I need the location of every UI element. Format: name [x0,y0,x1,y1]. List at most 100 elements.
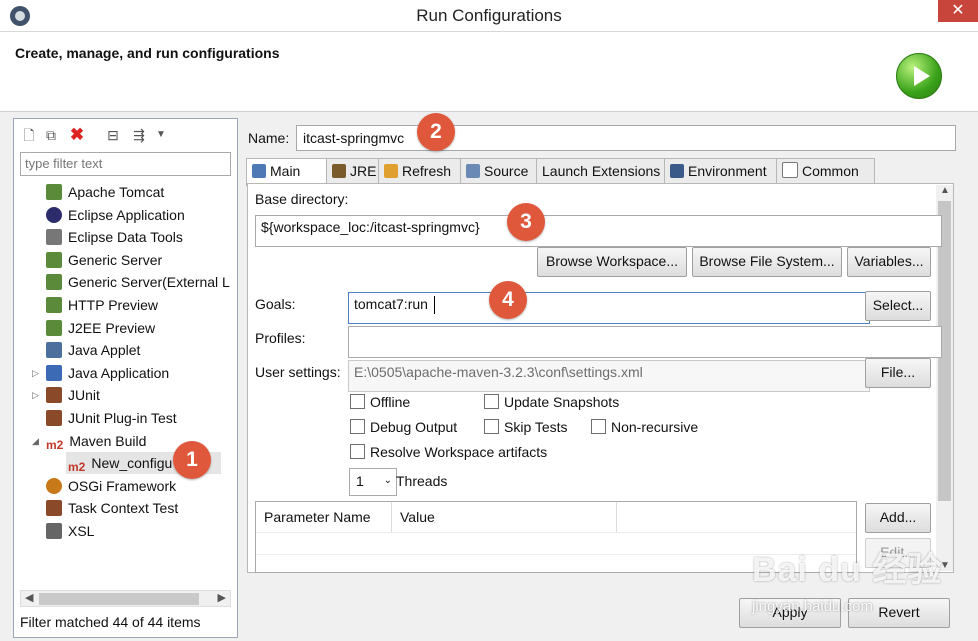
column-header-value[interactable]: Value [392,502,617,532]
tree-item[interactable]: Eclipse Application [46,204,185,226]
tree-item-label: JUnit Plug-in Test [68,410,177,426]
checkbox-label: Debug Output [370,419,458,435]
close-button[interactable]: ✕ [938,0,978,22]
tab-label: Refresh [402,163,452,179]
non-recursive-checkbox[interactable]: Non-recursive [591,419,698,435]
java-app-icon [46,365,62,381]
tab-source[interactable]: Source [460,158,543,185]
tree-item[interactable]: Java Application [46,362,169,384]
tree-item-label: Java Application [68,365,170,381]
tree-item[interactable]: J2EE Preview [46,317,155,339]
debug-output-checkbox[interactable]: Debug Output [350,419,457,435]
checkbox-box[interactable] [484,394,499,409]
delete-icon[interactable]: ✖ [68,126,86,144]
tab-common[interactable]: Common [776,158,875,185]
tab-launch-extensions[interactable]: Launch Extensions [536,158,671,185]
tab-refresh[interactable]: Refresh [378,158,467,185]
tab-label: Main [270,163,301,179]
tab-environment[interactable]: Environment [664,158,783,185]
tab-label: Common [802,163,859,179]
horizontal-scrollbar[interactable]: ◀ ▶ [20,590,231,607]
collapse-all-icon[interactable]: ⊟ [104,126,122,144]
server-icon [46,320,62,336]
tree-toolbar: 🗋 ⧉ ✖ ⊟ ⇶ ▼ [18,121,218,145]
resolve-workspace-checkbox[interactable]: Resolve Workspace artifacts [350,444,547,460]
tree-item[interactable]: OSGi Framework [46,475,176,497]
select-button[interactable]: Select... [865,291,931,321]
tree-item[interactable]: Eclipse Data Tools [46,226,183,248]
column-header-parameter-name[interactable]: Parameter Name [256,502,392,532]
chevron-down-icon[interactable]: ▼ [152,126,170,144]
tree-item[interactable]: Java Applet [46,339,140,361]
base-directory-label: Base directory: [255,191,349,207]
filter-icon[interactable]: ⇶ [130,126,148,144]
collapsed-twisty-icon[interactable]: ▷ [32,368,39,379]
tree-item[interactable]: Apache Tomcat [46,181,164,203]
browse-file-system-button[interactable]: Browse File System... [692,247,842,277]
tree-item[interactable]: JUnit [46,384,100,406]
header-title: Create, manage, and run configurations [15,45,280,61]
tree-item[interactable]: Task Context Test [46,497,178,519]
offline-checkbox[interactable]: Offline [350,394,410,410]
checkbox-box[interactable] [350,394,365,409]
tree-item[interactable]: Generic Server [46,249,162,271]
checkbox-label: Update Snapshots [504,394,620,410]
database-icon [46,229,62,245]
tree-item-label: New_configu [91,455,173,471]
jre-icon [332,164,346,178]
tree-item[interactable]: HTTP Preview [46,294,158,316]
tree-item-label: HTTP Preview [68,297,158,313]
scroll-up-icon[interactable]: ▲ [940,185,950,196]
base-directory-field[interactable]: ${workspace_loc:/itcast-springmvc} [255,215,942,247]
watermark-url: jingyan.baidu.com [752,598,873,615]
server-icon [46,252,62,268]
add-button[interactable]: Add... [865,503,931,533]
variables-button[interactable]: Variables... [847,247,931,277]
threads-select[interactable]: 1 ⌄ [349,468,397,496]
duplicate-icon[interactable]: ⧉ [42,126,60,144]
maven-icon: m2 [68,460,86,474]
threads-value: 1 [356,473,364,489]
tree-item[interactable]: m2 Maven Build [46,430,146,452]
tree-item[interactable]: XSL [46,520,94,542]
scroll-thumb[interactable] [39,593,199,605]
server-icon [46,274,62,290]
maven-icon: m2 [46,438,64,452]
tree-item[interactable]: JUnit Plug-in Test [46,407,177,429]
source-icon [466,164,480,178]
tab-jre[interactable]: JRE [326,158,385,185]
checkbox-label: Resolve Workspace artifacts [370,444,548,460]
common-icon [782,162,798,178]
tab-main[interactable]: Main [246,158,333,186]
new-config-icon[interactable]: 🗋 [20,126,38,144]
checkbox-label: Skip Tests [504,419,568,435]
skip-tests-checkbox[interactable]: Skip Tests [484,419,568,435]
junit-plugin-icon [46,410,62,426]
checkbox-box[interactable] [350,444,365,459]
goals-field[interactable]: tomcat7:run [348,292,870,324]
collapsed-twisty-icon[interactable]: ▷ [32,390,39,401]
user-settings-field[interactable]: E:\0505\apache-maven-3.2.3\conf\settings… [348,360,870,392]
tree-item-label: JUnit [68,387,100,403]
scroll-right-icon[interactable]: ▶ [218,591,226,604]
server-icon [46,297,62,313]
step-badge-1: 1 [173,441,211,479]
name-field[interactable]: itcast-springmvc [296,125,956,151]
step-badge-2: 2 [417,113,455,151]
task-icon [46,500,62,516]
refresh-icon [384,164,398,178]
tree-item[interactable]: Generic Server(External L [46,271,230,293]
expanded-twisty-icon[interactable]: ◢ [32,436,39,447]
scroll-left-icon[interactable]: ◀ [25,591,33,604]
run-icon [896,53,942,99]
update-snapshots-checkbox[interactable]: Update Snapshots [484,394,619,410]
checkbox-box[interactable] [484,419,499,434]
filter-input[interactable]: type filter text [20,152,231,176]
browse-workspace-button[interactable]: Browse Workspace... [537,247,687,277]
file-button[interactable]: File... [865,358,931,388]
profiles-field[interactable] [348,326,942,358]
osgi-icon [46,478,62,494]
checkbox-box[interactable] [350,419,365,434]
tab-label: Source [484,163,529,179]
checkbox-box[interactable] [591,419,606,434]
